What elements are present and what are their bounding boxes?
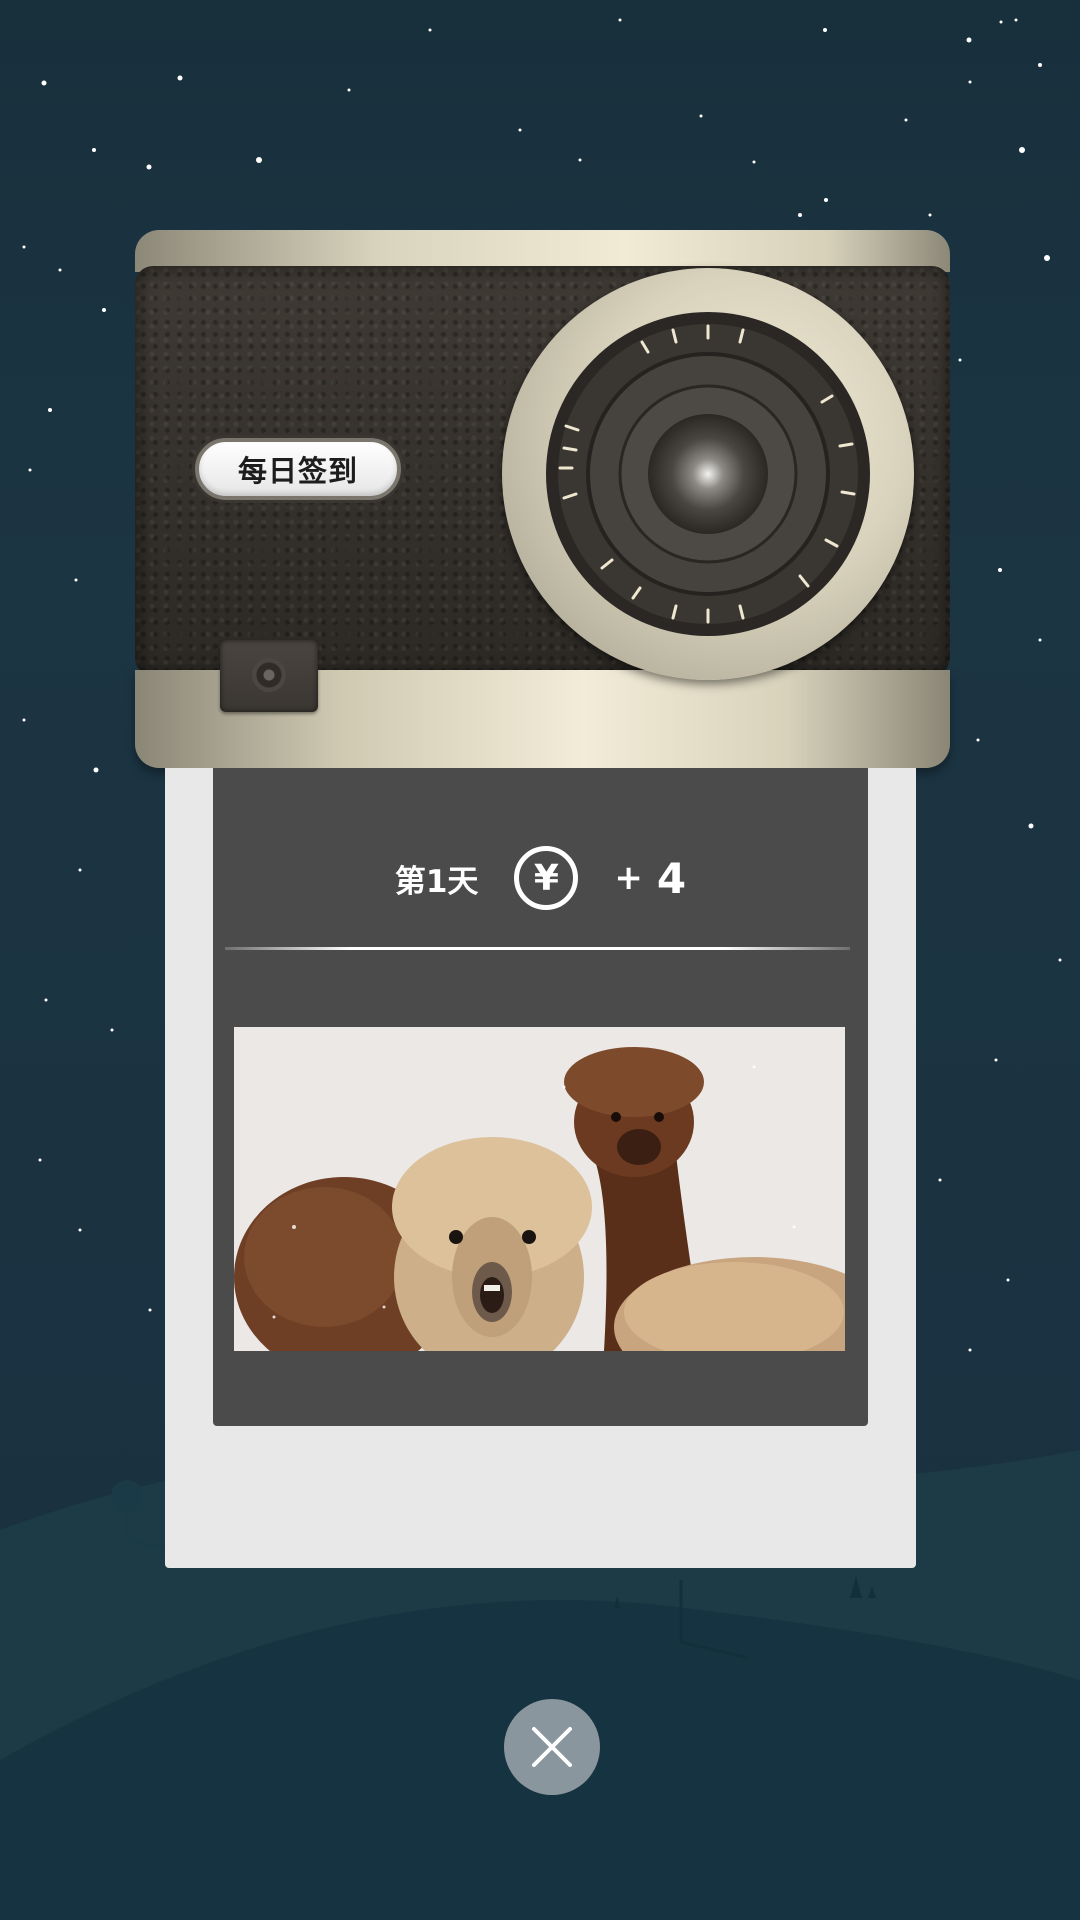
daily-checkin-button[interactable]: 每日签到 <box>195 438 401 500</box>
close-icon <box>532 1727 572 1767</box>
alpaca-photo-illustration <box>234 1027 845 1351</box>
close-button[interactable] <box>504 1699 600 1795</box>
photo-card-inner: 第1天 ¥ + 4 <box>213 768 868 1426</box>
plus-sign: + <box>614 858 643 898</box>
day-label: 第1天 <box>394 863 479 900</box>
alpaca-photo <box>234 1027 845 1351</box>
camera-lens-icon <box>546 312 870 636</box>
checkin-photo-card: 第1天 ¥ + 4 <box>165 768 916 1568</box>
divider <box>225 947 850 950</box>
flash-lens-icon <box>252 658 286 692</box>
reward-row: 第1天 ¥ + 4 <box>213 838 868 918</box>
camera-illustration: 每日签到 <box>135 230 950 768</box>
camera-flash <box>220 640 318 712</box>
yuan-coin-icon: ¥ <box>514 846 579 910</box>
reward-amount: 4 <box>656 853 687 903</box>
